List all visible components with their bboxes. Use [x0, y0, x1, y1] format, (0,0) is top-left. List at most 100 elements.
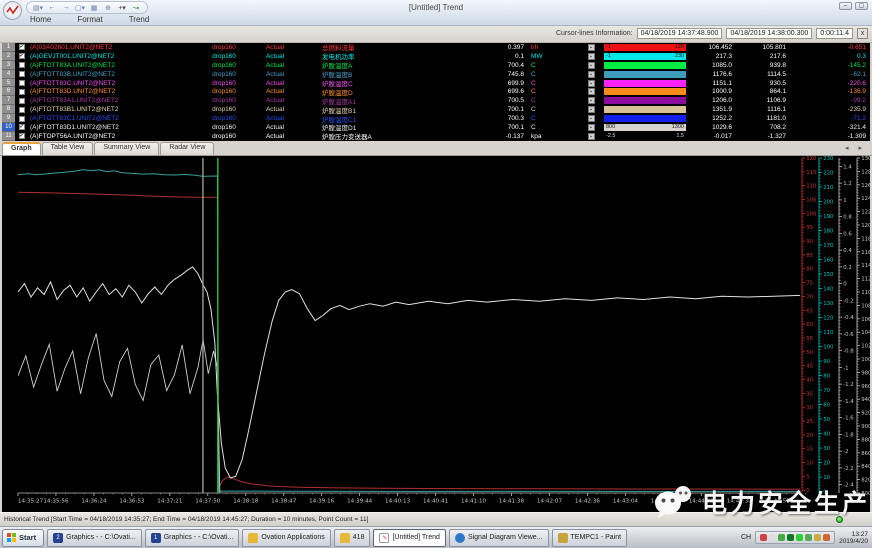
checkbox-icon[interactable]: ▪ [588, 80, 595, 87]
table-row[interactable]: 9(A)FTOTT83C1.UNIT2@NET2drop160Actual炉膛温… [2, 114, 870, 123]
row-visibility-checkbox[interactable] [15, 89, 28, 95]
checkbox-icon[interactable]: ▪ [588, 88, 595, 95]
table-row[interactable]: 8(A)FTOTT83B1.UNIT2@NET2drop160Actual炉膛温… [2, 105, 870, 114]
table-row[interactable]: 6(A)FTOTT83D.UNIT2@NET2drop160Actual炉膛温度… [2, 87, 870, 96]
row-visibility-checkbox[interactable]: ✔ [15, 44, 28, 50]
table-row[interactable]: 10✔(A)FTOTT83D1.UNIT2@NET2drop160Actual炉… [2, 123, 870, 132]
checkbox-icon[interactable]: ▪ [588, 124, 595, 131]
trend-plot[interactable]: 14:35:2714:35:5614:36:2414:36:5314:37:21… [2, 156, 870, 512]
cursor2-value: 1114.5 [732, 71, 786, 78]
checkbox-icon[interactable]: ▪ [588, 71, 595, 78]
checkbox-icon[interactable] [19, 89, 25, 95]
tab-graph[interactable]: Graph [2, 142, 41, 155]
taskbar-button[interactable]: Signal Diagram Viewe... [449, 529, 549, 547]
maximize-button[interactable]: ▢ [855, 2, 868, 10]
checkbox-icon[interactable]: ✔ [19, 44, 25, 50]
cursor-diff-value: -235.9 [786, 106, 868, 113]
row-scale-checkbox[interactable]: ▪ [584, 80, 598, 87]
menu-item-trend[interactable]: Trend [125, 14, 154, 25]
minimize-button[interactable]: – [839, 2, 852, 10]
row-visibility-checkbox[interactable]: ✔ [15, 124, 28, 130]
row-scale-checkbox[interactable]: ▪ [584, 115, 598, 122]
axis-tick-label: 60 [823, 403, 830, 409]
checkbox-icon[interactable]: ✔ [19, 133, 25, 139]
table-row[interactable]: 5(A)FTOTT83C.UNIT2@NET2drop160Actual炉膛温度… [2, 79, 870, 88]
row-visibility-checkbox[interactable] [15, 107, 28, 113]
row-visibility-checkbox[interactable]: ✔ [15, 53, 28, 59]
trend-graph[interactable]: 14:35:2714:35:5614:36:2414:36:5314:37:21… [2, 156, 870, 512]
axis-tick-label: 0.4 [843, 248, 852, 254]
table-row[interactable]: 1✔(A)03A02601.UNIT2@NET2drop160Actual总燃料… [2, 43, 870, 52]
cursor2-time-box[interactable]: 04/18/2019 14:38:00.300 [726, 28, 812, 39]
taskbar-clock[interactable]: 13:272019/4/20 [839, 531, 868, 545]
row-scale-checkbox[interactable]: ▪ [584, 106, 598, 113]
checkbox-icon[interactable]: ✔ [19, 53, 25, 59]
tray-icon-5[interactable] [796, 534, 803, 541]
row-scale-checkbox[interactable]: ▪ [584, 124, 598, 131]
tab-table-view[interactable]: Table View [42, 142, 94, 155]
checkbox-icon[interactable]: ▪ [588, 97, 595, 104]
tray-icon-2[interactable] [769, 534, 776, 541]
checkbox-icon[interactable]: ▪ [588, 133, 595, 140]
checkbox-icon[interactable] [19, 98, 25, 104]
row-visibility-checkbox[interactable] [15, 80, 28, 86]
table-row[interactable]: 2✔(A)GEVJT001.UNIT2@NET2drop160Actual发电机… [2, 52, 870, 61]
table-row[interactable]: 7(A)FTOTT83A1.UNIT2@NET2drop160Actual炉膛温… [2, 96, 870, 105]
taskbar-button[interactable]: ∿[Untitled] Trend [373, 529, 445, 547]
language-indicator[interactable]: CH [741, 534, 751, 541]
tray-icon-4[interactable] [787, 534, 794, 541]
cursor-diff-value: -0.651 [786, 44, 868, 51]
checkbox-icon[interactable]: ▪ [588, 53, 595, 60]
menu-item-home[interactable]: Home [26, 14, 55, 25]
tray-icon-6[interactable] [805, 534, 812, 541]
checkbox-icon[interactable] [19, 116, 25, 122]
row-scale-checkbox[interactable]: ▪ [584, 88, 598, 95]
checkbox-icon[interactable] [19, 62, 25, 68]
row-visibility-checkbox[interactable] [15, 71, 28, 77]
tray-icon-8[interactable] [823, 534, 830, 541]
tab-summary-view[interactable]: Summary View [94, 142, 159, 155]
signal-color-bar: 8001300 [604, 124, 686, 131]
tab-radar-view[interactable]: Radar View [160, 142, 214, 155]
close-cursor-info-button[interactable]: x [857, 28, 868, 39]
row-visibility-checkbox[interactable]: ✔ [15, 133, 28, 139]
taskbar-button[interactable]: 418 [334, 529, 371, 547]
tray-icon-1[interactable] [760, 534, 767, 541]
checkbox-icon[interactable]: ▪ [588, 106, 595, 113]
table-row[interactable]: 4(A)FTOTT83B.UNIT2@NET2drop160Actual炉膛温度… [2, 70, 870, 79]
table-row[interactable]: 3(A)FTOTT83A.UNIT2@NET2drop160Actual炉膛温度… [2, 61, 870, 70]
taskbar-button[interactable]: TEMPC1 - Paint [552, 529, 628, 547]
taskbar-button[interactable]: 1Graphics - - C:\Ovati... [145, 529, 240, 547]
menu-item-format[interactable]: Format [73, 14, 106, 25]
row-visibility-checkbox[interactable] [15, 116, 28, 122]
row-visibility-checkbox[interactable] [15, 62, 28, 68]
tray-icon-3[interactable] [778, 534, 785, 541]
checkbox-icon[interactable]: ▪ [588, 44, 595, 51]
axis-scroll-arrows[interactable]: ◂ ▸ [845, 144, 866, 152]
taskbar-button[interactable]: Ovation Applications [242, 529, 330, 547]
signal-drop: drop160 [196, 97, 252, 104]
cursor1-time-box[interactable]: 04/18/2019 14:37:48.900 [637, 28, 723, 39]
axis-tick-label: 220 [823, 171, 834, 177]
row-visibility-checkbox[interactable] [15, 98, 28, 104]
checkbox-icon[interactable]: ▪ [588, 115, 595, 122]
taskbar-button[interactable]: 2Graphics - - C:\Ovati... [47, 529, 142, 547]
checkbox-icon[interactable]: ✔ [19, 124, 25, 130]
table-row[interactable]: 11✔(A)FTOPT56A.UNIT2@NET2drop160Actual炉膛… [2, 132, 870, 141]
signal-color-bar [604, 88, 686, 95]
checkbox-icon[interactable] [19, 80, 25, 86]
row-scale-checkbox[interactable]: ▪ [584, 133, 598, 140]
checkbox-icon[interactable] [19, 71, 25, 77]
checkbox-icon[interactable]: ▪ [588, 62, 595, 69]
row-scale-checkbox[interactable]: ▪ [584, 44, 598, 51]
row-scale-checkbox[interactable]: ▪ [584, 62, 598, 69]
signal-drop: drop160 [196, 80, 252, 87]
checkbox-icon[interactable] [19, 107, 25, 113]
start-button[interactable]: Start [2, 529, 44, 547]
row-scale-checkbox[interactable]: ▪ [584, 71, 598, 78]
time-tick-label: 14:38:47 [271, 499, 297, 505]
tray-icon-7[interactable] [814, 534, 821, 541]
axis-tick-label: 1220 [861, 210, 870, 216]
row-scale-checkbox[interactable]: ▪ [584, 97, 598, 104]
row-scale-checkbox[interactable]: ▪ [584, 53, 598, 60]
